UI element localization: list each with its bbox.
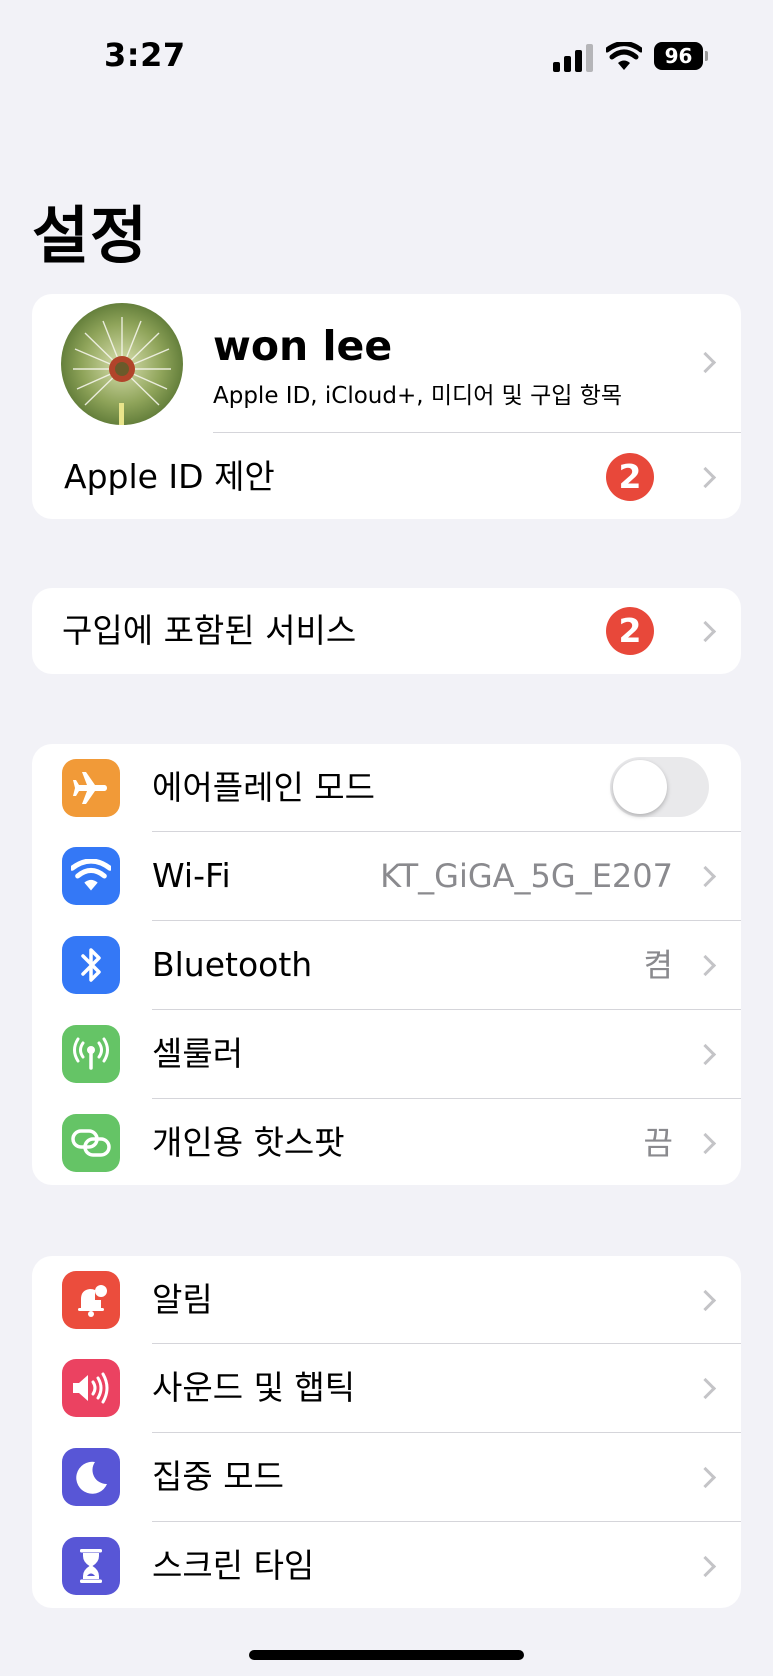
- bluetooth-row[interactable]: Bluetooth 켬: [32, 921, 741, 1009]
- notifications-group: 알림 사운드 및 햅틱 집중 모드 스크린 타임: [32, 1256, 741, 1608]
- hotspot-link-icon: [62, 1114, 120, 1172]
- sounds-haptics-row[interactable]: 사운드 및 햅틱: [32, 1344, 741, 1432]
- page-title: 설정: [32, 199, 149, 272]
- chevron-right-icon: [694, 1377, 717, 1400]
- notification-badge: 2: [606, 607, 654, 655]
- hotspot-status: 끔: [643, 1124, 673, 1162]
- services-group: 구입에 포함된 서비스 2: [32, 588, 741, 674]
- chevron-right-icon: [694, 466, 717, 489]
- apple-id-suggestions-row[interactable]: Apple ID 제안 2: [32, 433, 741, 519]
- focus-row[interactable]: 집중 모드: [32, 1433, 741, 1521]
- wifi-icon: [606, 42, 642, 70]
- wifi-row[interactable]: Wi-Fi KT_GiGA_5G_E207: [32, 832, 741, 920]
- sounds-haptics-label: 사운드 및 햅틱: [152, 1368, 356, 1407]
- bluetooth-status: 켬: [643, 946, 673, 984]
- bluetooth-icon: [62, 936, 120, 994]
- notifications-label: 알림: [152, 1280, 213, 1319]
- screen-time-row[interactable]: 스크린 타임: [32, 1522, 741, 1608]
- services-row[interactable]: 구입에 포함된 서비스 2: [32, 588, 741, 674]
- profile-group: won lee Apple ID, iCloud+, 미디어 및 구입 항목 A…: [32, 294, 741, 519]
- chevron-right-icon: [694, 1289, 717, 1312]
- apple-id-suggestions-label: Apple ID 제안: [64, 457, 275, 496]
- status-time: 3:27: [104, 36, 186, 74]
- chevron-right-icon: [694, 954, 717, 977]
- notification-badge: 2: [606, 453, 654, 501]
- battery-level: 96: [654, 42, 703, 70]
- bell-badge-icon: [62, 1271, 120, 1329]
- chevron-right-icon: [694, 1132, 717, 1155]
- connectivity-group: 에어플레인 모드 Wi-Fi KT_GiGA_5G_E207 Bluetooth…: [32, 744, 741, 1185]
- profile-subtitle: Apple ID, iCloud+, 미디어 및 구입 항목: [213, 383, 623, 409]
- status-bar: 3:27 96: [0, 0, 773, 120]
- chevron-right-icon: [694, 1043, 717, 1066]
- cellular-row[interactable]: 셀룰러: [32, 1010, 741, 1098]
- profile-row[interactable]: won lee Apple ID, iCloud+, 미디어 및 구입 항목: [32, 294, 741, 433]
- chevron-right-icon: [694, 620, 717, 643]
- services-label: 구입에 포함된 서비스: [62, 611, 357, 650]
- wifi-network-name: KT_GiGA_5G_E207: [380, 857, 673, 895]
- speaker-icon: [62, 1359, 120, 1417]
- airplane-mode-row: 에어플레인 모드: [32, 744, 741, 832]
- hotspot-label: 개인용 핫스팟: [152, 1123, 345, 1162]
- home-indicator[interactable]: [249, 1650, 524, 1660]
- hotspot-row[interactable]: 개인용 핫스팟 끔: [32, 1099, 741, 1185]
- profile-name: won lee: [213, 322, 393, 370]
- battery-icon: 96: [654, 42, 708, 70]
- wifi-label: Wi-Fi: [152, 856, 231, 895]
- hourglass-icon: [62, 1537, 120, 1595]
- cellular-label: 셀룰러: [152, 1034, 244, 1073]
- notifications-row[interactable]: 알림: [32, 1256, 741, 1344]
- avatar: [61, 303, 183, 425]
- moon-icon: [62, 1448, 120, 1506]
- airplane-mode-label: 에어플레인 모드: [152, 768, 376, 807]
- signal-icon: [553, 44, 593, 72]
- screen-time-label: 스크린 타임: [152, 1546, 315, 1585]
- chevron-right-icon: [694, 865, 717, 888]
- wifi-icon: [62, 847, 120, 905]
- airplane-mode-toggle[interactable]: [610, 757, 709, 817]
- airplane-icon: [62, 759, 120, 817]
- bluetooth-label: Bluetooth: [152, 945, 313, 984]
- cellular-antenna-icon: [62, 1025, 120, 1083]
- chevron-right-icon: [694, 351, 717, 374]
- focus-label: 집중 모드: [152, 1457, 284, 1496]
- chevron-right-icon: [694, 1466, 717, 1489]
- chevron-right-icon: [694, 1555, 717, 1578]
